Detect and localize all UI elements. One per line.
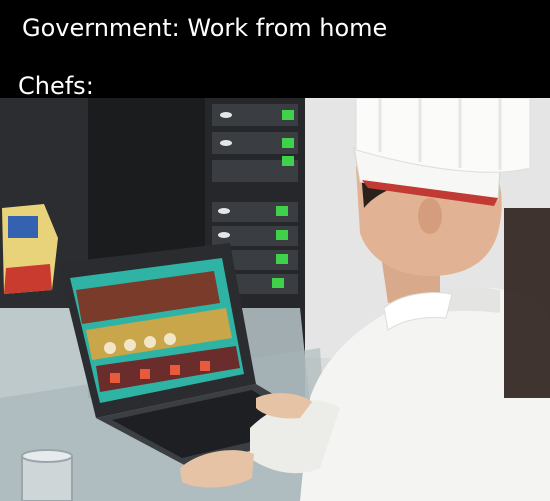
- caption-top: Government: Work from home: [22, 14, 388, 42]
- meme-photo: [0, 98, 550, 501]
- cup: [21, 449, 73, 501]
- chef-photo-illustration: [0, 98, 550, 501]
- caption-bottom: Chefs:: [18, 72, 94, 100]
- meme-canvas: Government: Work from home Chefs:: [0, 0, 550, 501]
